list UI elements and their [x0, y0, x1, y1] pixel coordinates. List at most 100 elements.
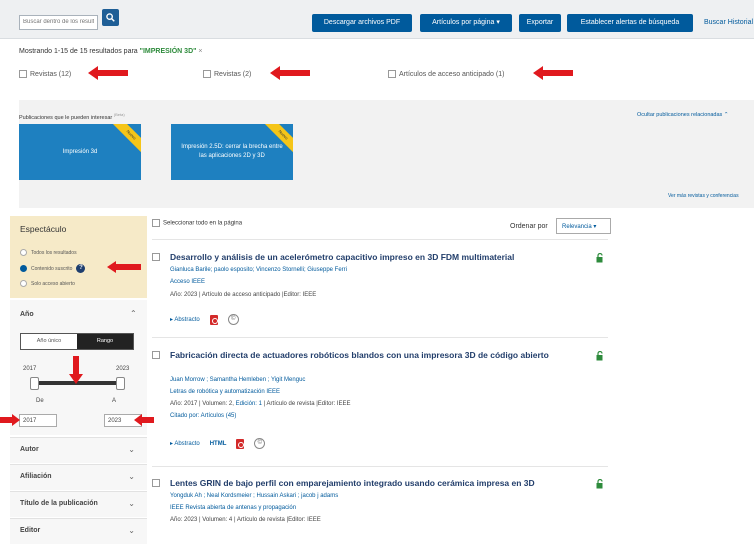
articles-per-page-button[interactable]: Artículos por página ▾	[420, 14, 512, 32]
abstract-toggle[interactable]: ▸ Abstracto	[170, 440, 200, 447]
to-label: A	[112, 398, 117, 404]
search-within-input[interactable]	[19, 14, 98, 30]
filter-early-access[interactable]: Artículos de acceso anticipado (1)	[388, 70, 504, 78]
edition-link[interactable]: Edición: 1	[236, 401, 262, 407]
more-journals-link[interactable]: Ver más revistas y conferencias	[668, 193, 739, 199]
author-filter-section[interactable]: Autor ⌄	[10, 437, 147, 463]
article-title-link[interactable]: Lentes GRIN de bajo perfil con emparejam…	[170, 477, 575, 489]
pdf-icon[interactable]	[209, 314, 218, 325]
select-all-row[interactable]: Seleccionar todo en la página	[152, 219, 242, 227]
checkbox[interactable]	[203, 70, 211, 78]
radio-button[interactable]	[20, 280, 27, 287]
article-actions: ▸ Abstracto ©	[170, 314, 239, 325]
chevron-down-icon: ⌄	[128, 445, 135, 454]
radio-subscribed[interactable]: Contenido suscrito?	[20, 264, 86, 273]
card-label: Impresión 2.5D: cerrar la brecha entre l…	[181, 144, 283, 159]
results-summary: Mostrando 1-15 de 15 resultados para "IM…	[19, 48, 203, 55]
chevron-up-icon[interactable]: ⌃	[130, 309, 137, 318]
sidebar-title: Espectáculo	[20, 224, 67, 234]
download-pdf-button[interactable]: Descargar archivos PDF	[312, 14, 412, 32]
unlock-icon	[596, 351, 603, 361]
from-year-input[interactable]: 2017	[19, 414, 57, 427]
result-checkbox[interactable]	[152, 479, 160, 487]
article-source-link[interactable]: Acceso IEEE	[170, 278, 205, 286]
section-label: Autor	[20, 446, 39, 453]
article-authors[interactable]: Juan Morrow ; Samantha Hemleben ; Yigit …	[170, 376, 305, 384]
related-card-3d-printing[interactable]: Nuevo Impresión 3d	[19, 124, 141, 180]
divider	[152, 337, 608, 338]
filter-label: Artículos de acceso anticipado (1)	[399, 70, 505, 78]
slider-min-label: 2017	[23, 366, 37, 372]
meta-year-volume: Año: 2017 | Volumen: 2,	[170, 401, 234, 407]
article-meta: Año: 2023 | Volumen: 4 | Artículo de rev…	[170, 517, 321, 523]
section-label: Editor	[20, 527, 41, 534]
annotation-arrow-right-icon	[0, 414, 20, 426]
abstract-toggle[interactable]: ▸ Abstracto	[170, 316, 200, 323]
export-button[interactable]: Exportar	[519, 14, 561, 32]
annotation-arrow-left-icon	[88, 66, 128, 80]
result-checkbox[interactable]	[152, 253, 160, 261]
filter-label: Revistas (2)	[214, 70, 252, 78]
search-button[interactable]	[102, 9, 119, 26]
select-all-label: Seleccionar todo en la página	[163, 220, 243, 227]
editor-filter-section[interactable]: Editor ⌄	[10, 518, 147, 544]
set-alerts-button[interactable]: Establecer alertas de búsqueda	[567, 14, 693, 32]
year-mode-toggle: Año único Rango	[20, 333, 134, 350]
single-year-tab[interactable]: Año único	[21, 334, 77, 349]
result-checkbox[interactable]	[152, 351, 160, 359]
help-icon[interactable]: ?	[76, 264, 86, 273]
year-section-title: Año	[20, 311, 34, 318]
pdf-icon[interactable]	[236, 438, 245, 449]
order-by-label: Ordenar por	[510, 223, 548, 230]
chevron-down-icon: ⌄	[128, 472, 135, 481]
checkbox[interactable]	[152, 219, 160, 227]
html-link[interactable]: HTML	[210, 441, 227, 447]
article-source-link[interactable]: Letras de robótica y automatización IEEE	[170, 388, 280, 396]
article-actions: ▸ Abstracto HTML ©	[170, 438, 266, 449]
filter-label: Revistas (12)	[30, 70, 72, 78]
radio-open-access[interactable]: Solo acceso abierto	[20, 280, 75, 287]
filter-journals-12[interactable]: Revistas (12)	[19, 70, 71, 78]
article-title-link[interactable]: Desarrollo y análisis de un acelerómetro…	[170, 251, 575, 263]
copyright-icon[interactable]: ©	[227, 314, 239, 325]
checkbox[interactable]	[19, 70, 27, 78]
article-title-link[interactable]: Fabricación directa de actuadores robóti…	[170, 349, 575, 361]
cited-by-link[interactable]: Citado por: Artículos (45)	[170, 412, 236, 420]
range-tab[interactable]: Rango	[77, 334, 133, 349]
search-history-link[interactable]: Buscar Historial	[704, 19, 753, 26]
annotation-arrow-left-icon	[270, 66, 310, 80]
checkbox[interactable]	[388, 70, 396, 78]
radio-label: Contenido suscrito	[31, 265, 73, 272]
affiliation-filter-section[interactable]: Afiliación ⌄	[10, 464, 147, 490]
divider	[152, 239, 608, 240]
from-label: De	[36, 398, 44, 404]
article-authors[interactable]: Yongduk Ah ; Neal Kordsmeier ; Hussain A…	[170, 492, 338, 500]
article-meta: Año: 2017 | Volumen: 2, Edición: 1 | Art…	[170, 400, 350, 408]
related-title: Publicaciones que le pueden interesar (B…	[19, 112, 125, 121]
radio-label: Todos los resultados	[31, 249, 77, 256]
hide-related-link[interactable]: Ocultar publicaciones relacionadas ⌃	[637, 112, 728, 118]
filter-journals-2[interactable]: Revistas (2)	[203, 70, 251, 78]
radio-all-results[interactable]: Todos los resultados	[20, 249, 77, 256]
slider-max-label: 2023	[116, 366, 130, 372]
annotation-arrow-left-icon	[107, 261, 141, 273]
year-slider-max-handle[interactable]	[116, 377, 125, 390]
copyright-icon[interactable]: ©	[254, 438, 266, 449]
result-item: Lentes GRIN de bajo perfil con emparejam…	[152, 477, 607, 532]
article-meta: Año: 2023 | Artículo de acceso anticipad…	[170, 292, 317, 298]
publication-title-filter-section[interactable]: Título de la publicación ⌄	[10, 491, 147, 517]
unlock-icon	[596, 479, 603, 489]
card-label: Impresión 3d	[62, 148, 98, 155]
radio-label: Solo acceso abierto	[31, 280, 75, 287]
radio-button[interactable]	[20, 265, 27, 272]
year-slider-min-handle[interactable]	[30, 377, 39, 390]
radio-button[interactable]	[20, 249, 27, 256]
order-by-select[interactable]: Relevancia ▾	[556, 218, 611, 234]
related-card-25d-printing[interactable]: Nuevo Impresión 2.5D: cerrar la brecha e…	[171, 124, 293, 180]
search-icon	[106, 13, 115, 22]
query-text: "IMPRESIÓN 3D"	[139, 48, 197, 55]
remove-query-button[interactable]: ×	[198, 48, 202, 55]
article-source-link[interactable]: IEEE Revista abierta de antenas y propag…	[170, 504, 296, 512]
article-authors[interactable]: Gianluca Barile; paolo esposito; Vincenz…	[170, 266, 347, 274]
search-box	[19, 9, 119, 30]
